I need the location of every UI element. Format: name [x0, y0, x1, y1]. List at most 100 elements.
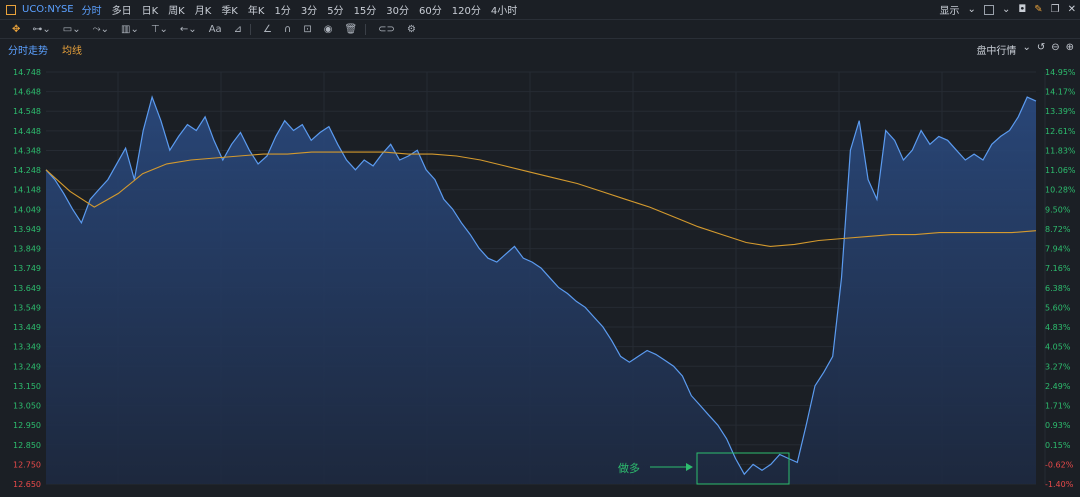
- chart-area[interactable]: 14.748 14.648 14.548 14.448 14.348 14.248 14.1…: [0, 58, 1080, 493]
- reset-icon[interactable]: ↺: [1037, 42, 1045, 57]
- drawing-toolbar: ✥ ⊶⌄ ▭⌄ ⤳⌄ ▥⌄ ⊤⌄ ←⌄ Aa ⊿ ∠ ∩ ⊡ ◉ 🗑 ⊂⊃ ⚙: [0, 20, 1080, 39]
- y-tick-right: 0.15%: [1045, 441, 1071, 450]
- pattern-tool-icon[interactable]: ⤳⌄: [93, 24, 109, 35]
- eye-icon[interactable]: ◉: [324, 24, 333, 35]
- y-tick-left: 13.449: [13, 323, 41, 332]
- y-tick-left: 13.749: [13, 264, 41, 273]
- zoom-in-icon[interactable]: ⊕: [1066, 42, 1074, 57]
- y-tick-left: 13.949: [13, 225, 41, 234]
- period-tab[interactable]: 月K: [195, 2, 212, 17]
- period-tab[interactable]: 日K: [142, 2, 159, 17]
- y-axis-left: 14.748 14.648 14.548 14.448 14.348 14.248 14.1…: [13, 68, 41, 489]
- y-tick-right: -1.40%: [1045, 480, 1074, 489]
- annotation-text: 做多: [618, 461, 640, 475]
- y-tick-left: 14.648: [13, 88, 41, 97]
- price-area: [46, 97, 1036, 484]
- y-tick-left: 13.649: [13, 284, 41, 293]
- zoom-out-icon[interactable]: ⊖: [1051, 42, 1059, 57]
- text-tool[interactable]: Aa: [209, 24, 222, 35]
- period-tab[interactable]: 30分: [386, 2, 409, 17]
- arrow-tool-icon[interactable]: ←⌄: [180, 24, 197, 35]
- y-tick-left: 13.050: [13, 402, 41, 411]
- chart-subbar: 分时走势 均线 盘中行情 ⌄ ↺ ⊖ ⊕: [0, 39, 1080, 57]
- rect-tool-icon[interactable]: ▭⌄: [63, 24, 81, 35]
- y-tick-right: 13.39%: [1045, 107, 1076, 116]
- magnet-icon[interactable]: ∩: [284, 24, 291, 35]
- period-tab[interactable]: 15分: [354, 2, 377, 17]
- chevron-down-icon[interactable]: ⌄: [1022, 42, 1030, 57]
- y-tick-left: 12.850: [13, 441, 41, 450]
- y-tick-left: 12.750: [13, 460, 41, 469]
- period-tab[interactable]: 年K: [248, 2, 265, 17]
- y-tick-right: 11.83%: [1045, 146, 1076, 155]
- symbol-icon: [6, 4, 16, 15]
- tab-avg-line[interactable]: 均线: [62, 42, 82, 57]
- symbol-label[interactable]: UCO:NYSE: [22, 4, 74, 15]
- link-icon[interactable]: ⊂⊃: [378, 24, 395, 35]
- period-tab[interactable]: 分时: [82, 2, 102, 17]
- tab-time-trend[interactable]: 分时走势: [8, 42, 48, 57]
- top-bar: UCO:NYSE 分时 多日 日K 周K 月K 季K 年K 1分 3分 5分 15分 30分 60分 12…: [0, 0, 1080, 20]
- fib-tool-icon[interactable]: ▥⌄: [121, 24, 139, 35]
- y-tick-left: 14.548: [13, 107, 41, 116]
- ruler-icon[interactable]: ⊿: [234, 24, 242, 35]
- y-tick-right: 2.49%: [1045, 382, 1071, 391]
- y-tick-right: 5.60%: [1045, 303, 1071, 312]
- y-tick-right: 11.06%: [1045, 166, 1076, 175]
- y-tick-right: 7.16%: [1045, 264, 1071, 273]
- chevron-down-icon[interactable]: ⌄: [1002, 4, 1010, 15]
- y-tick-right: 14.17%: [1045, 88, 1076, 97]
- period-tab[interactable]: 周K: [168, 2, 185, 17]
- y-tick-left: 14.448: [13, 127, 41, 136]
- y-tick-right: 1.71%: [1045, 402, 1071, 411]
- y-tick-left: 14.348: [13, 146, 41, 155]
- y-tick-right: 0.93%: [1045, 421, 1071, 430]
- y-tick-left: 13.249: [13, 362, 41, 371]
- y-tick-right: 3.27%: [1045, 362, 1071, 371]
- y-tick-right: 6.38%: [1045, 284, 1071, 293]
- y-tick-left: 12.950: [13, 421, 41, 430]
- measure-tool-icon[interactable]: ⊤⌄: [151, 24, 168, 35]
- period-tab[interactable]: 多日: [112, 2, 132, 17]
- y-tick-right: 4.83%: [1045, 323, 1071, 332]
- angle-icon[interactable]: ∠: [263, 24, 272, 35]
- period-tabs: 分时 多日 日K 周K 月K 季K 年K 1分 3分 5分 15分 30分 60分 120分 4小时: [82, 2, 528, 17]
- restore-icon[interactable]: ❐: [1051, 4, 1060, 15]
- y-axis-right: 14.95% 14.17% 13.39% 12.61% 11.83% 11.06% 10.2…: [1045, 68, 1076, 489]
- period-tab[interactable]: 60分: [419, 2, 442, 17]
- line-tool-icon[interactable]: ⊶⌄: [32, 24, 50, 35]
- period-tab[interactable]: 3分: [301, 2, 317, 17]
- intraday-label[interactable]: 盘中行情: [976, 42, 1016, 57]
- layout-icon[interactable]: [983, 4, 994, 15]
- y-tick-left: 12.650: [13, 480, 41, 489]
- y-tick-right: 12.61%: [1045, 127, 1076, 136]
- y-tick-right: 10.28%: [1045, 186, 1076, 195]
- y-tick-left: 13.549: [13, 303, 41, 312]
- display-menu[interactable]: 显示: [940, 2, 960, 17]
- period-tab[interactable]: 5分: [327, 2, 343, 17]
- divider: [250, 23, 252, 35]
- lock-icon[interactable]: ⊡: [303, 24, 311, 35]
- y-tick-left: 14.248: [13, 166, 41, 175]
- pencil-icon[interactable]: ✎: [1034, 4, 1042, 15]
- close-icon[interactable]: ✕: [1068, 4, 1076, 15]
- settings-icon[interactable]: ⚙: [407, 24, 416, 35]
- move-icon[interactable]: ✥: [12, 24, 20, 35]
- y-tick-right: 7.94%: [1045, 245, 1071, 254]
- period-tab[interactable]: 120分: [452, 2, 481, 17]
- y-tick-left: 14.148: [13, 186, 41, 195]
- trash-icon[interactable]: 🗑: [344, 24, 357, 35]
- divider: [365, 23, 367, 35]
- y-tick-right: 14.95%: [1045, 68, 1076, 77]
- camera-icon[interactable]: ◘: [1018, 4, 1026, 15]
- chevron-down-icon[interactable]: ⌄: [968, 4, 976, 15]
- y-tick-left: 14.748: [13, 68, 41, 77]
- price-chart[interactable]: 14.748 14.648 14.548 14.448 14.348 14.248 14.1…: [0, 58, 1080, 493]
- period-tab[interactable]: 季K: [221, 2, 238, 17]
- period-tab[interactable]: 4小时: [491, 2, 517, 17]
- y-tick-right: 8.72%: [1045, 225, 1071, 234]
- period-tab[interactable]: 1分: [274, 2, 290, 17]
- y-tick-right: 9.50%: [1045, 205, 1071, 214]
- y-tick-left: 13.349: [13, 343, 41, 352]
- y-tick-right: 4.05%: [1045, 343, 1071, 352]
